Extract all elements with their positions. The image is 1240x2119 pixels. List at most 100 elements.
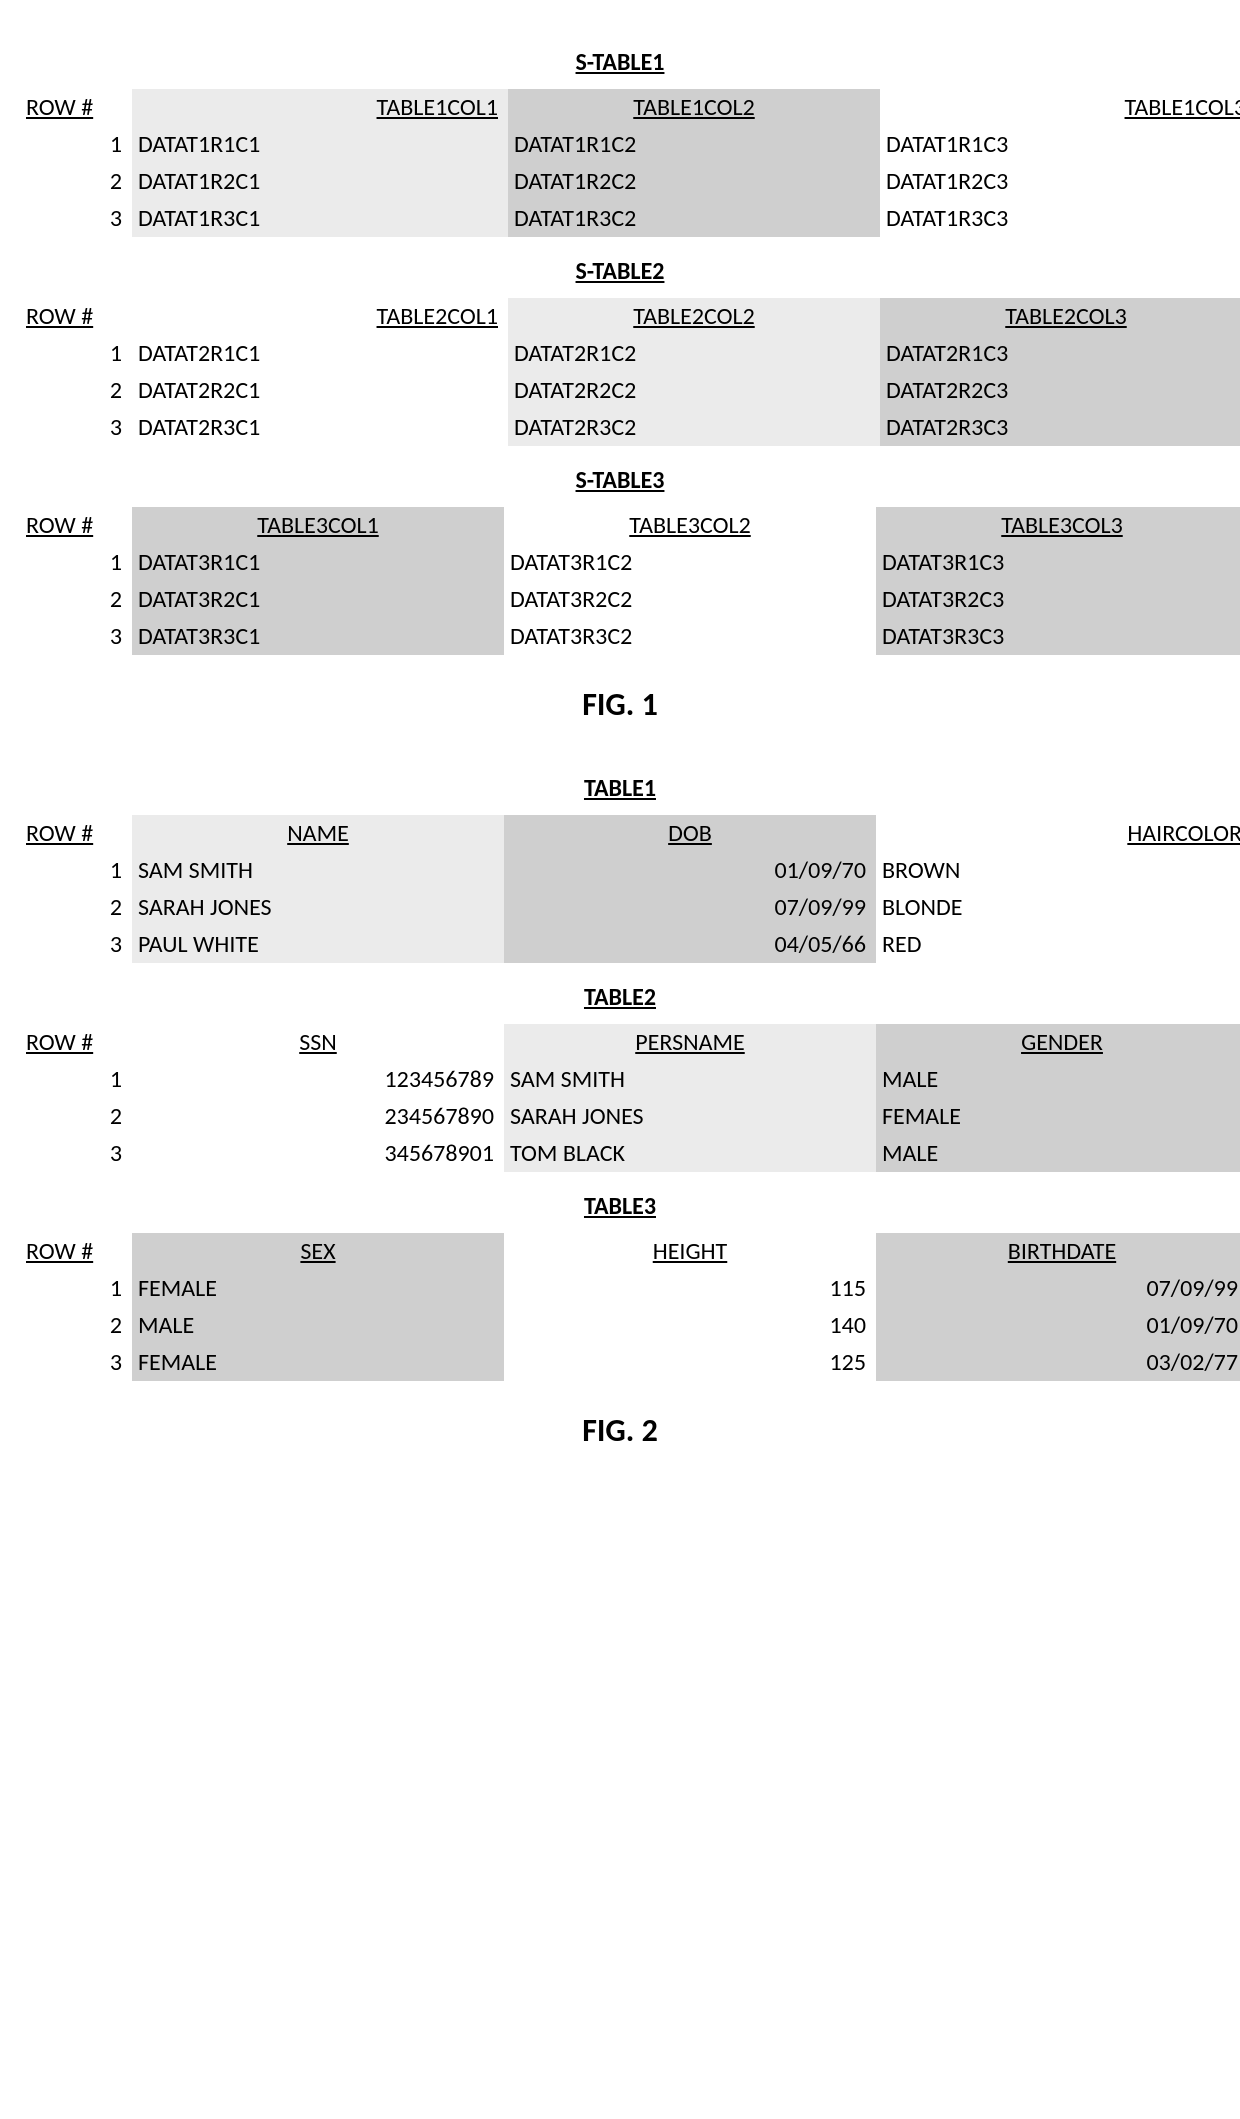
table-cell: 234567890 <box>132 1098 504 1135</box>
row-number: 2 <box>20 889 132 926</box>
table-cell: 125 <box>504 1344 876 1381</box>
table-title: TABLE3 <box>20 1192 1220 1221</box>
table-cell: 123456789 <box>132 1061 504 1098</box>
figure-caption: FIG. 1 <box>20 685 1220 724</box>
table-row: 1123456789SAM SMITHMALE <box>20 1061 1240 1098</box>
column-header: TABLE3COL2 <box>504 507 876 544</box>
row-number: 3 <box>20 1135 132 1172</box>
table-cell: 140 <box>504 1307 876 1344</box>
table-cell: DATAT2R3C2 <box>508 409 880 446</box>
row-number: 3 <box>20 200 132 237</box>
table-cell: DATAT2R1C3 <box>880 335 1240 372</box>
row-number: 1 <box>20 544 132 581</box>
column-header: TABLE3COL1 <box>132 507 504 544</box>
table-cell: DATAT1R2C2 <box>508 163 880 200</box>
table-cell: DATAT3R2C1 <box>132 581 504 618</box>
row-number-header: ROW # <box>20 1024 132 1061</box>
table-row: 2SARAH JONES07/09/99BLONDE <box>20 889 1240 926</box>
column-header: NAME <box>132 815 504 852</box>
table-cell: RED <box>876 926 1240 963</box>
column-header: TABLE1COL3 <box>880 89 1240 126</box>
table-header-row: ROW #NAMEDOBHAIRCOLOR <box>20 815 1240 852</box>
row-number: 3 <box>20 926 132 963</box>
table-cell: 07/09/99 <box>876 1270 1240 1307</box>
table-cell: DATAT3R3C3 <box>876 618 1240 655</box>
data-table: ROW #TABLE2COL1TABLE2COL2TABLE2COL31DATA… <box>20 298 1240 446</box>
data-table: ROW #SSNPERSNAMEGENDER1123456789SAM SMIT… <box>20 1024 1240 1172</box>
table-title: TABLE1 <box>20 774 1220 803</box>
table-row: 3DATAT3R3C1DATAT3R3C2DATAT3R3C3 <box>20 618 1240 655</box>
table-cell: DATAT2R1C2 <box>508 335 880 372</box>
row-number-header: ROW # <box>20 815 132 852</box>
table-title: S-TABLE3 <box>20 466 1220 495</box>
table-header-row: ROW #TABLE1COL1TABLE1COL2TABLE1COL3 <box>20 89 1240 126</box>
row-number: 3 <box>20 1344 132 1381</box>
table-cell: DATAT3R1C1 <box>132 544 504 581</box>
column-header: PERSNAME <box>504 1024 876 1061</box>
data-table: ROW #NAMEDOBHAIRCOLOR1SAM SMITH01/09/70B… <box>20 815 1240 963</box>
table-cell: DATAT1R2C1 <box>132 163 508 200</box>
table-cell: 115 <box>504 1270 876 1307</box>
table-row: 1SAM SMITH01/09/70BROWN <box>20 852 1240 889</box>
data-table: ROW #TABLE3COL1TABLE3COL2TABLE3COL31DATA… <box>20 507 1240 655</box>
table-cell: 07/09/99 <box>504 889 876 926</box>
table-cell: FEMALE <box>132 1270 504 1307</box>
data-table: ROW #SEXHEIGHTBIRTHDATE1FEMALE11507/09/9… <box>20 1233 1240 1381</box>
table-title: S-TABLE1 <box>20 48 1220 77</box>
table-row: 2DATAT2R2C1DATAT2R2C2DATAT2R2C3 <box>20 372 1240 409</box>
table-cell: DATAT3R2C3 <box>876 581 1240 618</box>
table-cell: DATAT3R3C2 <box>504 618 876 655</box>
table-row: 1FEMALE11507/09/99 <box>20 1270 1240 1307</box>
row-number: 1 <box>20 852 132 889</box>
table-cell: 04/05/66 <box>504 926 876 963</box>
table-cell: DATAT1R3C1 <box>132 200 508 237</box>
table-header-row: ROW #TABLE2COL1TABLE2COL2TABLE2COL3 <box>20 298 1240 335</box>
table-cell: DATAT1R1C1 <box>132 126 508 163</box>
row-number: 2 <box>20 163 132 200</box>
column-header: TABLE2COL1 <box>132 298 508 335</box>
table-row: 3DATAT1R3C1DATAT1R3C2DATAT1R3C3 <box>20 200 1240 237</box>
figure-caption: FIG. 2 <box>20 1411 1220 1450</box>
table-cell: 03/02/77 <box>876 1344 1240 1381</box>
table-cell: 345678901 <box>132 1135 504 1172</box>
column-header: TABLE2COL2 <box>508 298 880 335</box>
table-cell: SAM SMITH <box>504 1061 876 1098</box>
column-header: GENDER <box>876 1024 1240 1061</box>
column-header: DOB <box>504 815 876 852</box>
row-number: 1 <box>20 126 132 163</box>
row-number-header: ROW # <box>20 89 132 126</box>
row-number: 3 <box>20 618 132 655</box>
row-number-header: ROW # <box>20 1233 132 1270</box>
table-header-row: ROW #SSNPERSNAMEGENDER <box>20 1024 1240 1061</box>
column-header: HEIGHT <box>504 1233 876 1270</box>
row-number: 2 <box>20 1098 132 1135</box>
table-cell: SARAH JONES <box>504 1098 876 1135</box>
row-number: 2 <box>20 372 132 409</box>
table-cell: DATAT2R3C3 <box>880 409 1240 446</box>
data-table: ROW #TABLE1COL1TABLE1COL2TABLE1COL31DATA… <box>20 89 1240 237</box>
table-cell: DATAT3R3C1 <box>132 618 504 655</box>
table-cell: DATAT2R3C1 <box>132 409 508 446</box>
table-header-row: ROW #SEXHEIGHTBIRTHDATE <box>20 1233 1240 1270</box>
table-cell: DATAT2R1C1 <box>132 335 508 372</box>
table-row: 3345678901TOM BLACKMALE <box>20 1135 1240 1172</box>
table-cell: DATAT3R2C2 <box>504 581 876 618</box>
table-row: 3DATAT2R3C1DATAT2R3C2DATAT2R3C3 <box>20 409 1240 446</box>
table-cell: DATAT1R1C2 <box>508 126 880 163</box>
table-title: TABLE2 <box>20 983 1220 1012</box>
table-cell: SARAH JONES <box>132 889 504 926</box>
table-cell: SAM SMITH <box>132 852 504 889</box>
table-cell: PAUL WHITE <box>132 926 504 963</box>
column-header: HAIRCOLOR <box>876 815 1240 852</box>
table-row: 3PAUL WHITE04/05/66RED <box>20 926 1240 963</box>
row-number-header: ROW # <box>20 298 132 335</box>
table-cell: FEMALE <box>876 1098 1240 1135</box>
table-cell: MALE <box>876 1135 1240 1172</box>
table-cell: DATAT3R1C3 <box>876 544 1240 581</box>
table-title: S-TABLE2 <box>20 257 1220 286</box>
column-header: SEX <box>132 1233 504 1270</box>
table-row: 2MALE14001/09/70 <box>20 1307 1240 1344</box>
row-number: 2 <box>20 581 132 618</box>
table-cell: DATAT1R1C3 <box>880 126 1240 163</box>
column-header: TABLE1COL2 <box>508 89 880 126</box>
